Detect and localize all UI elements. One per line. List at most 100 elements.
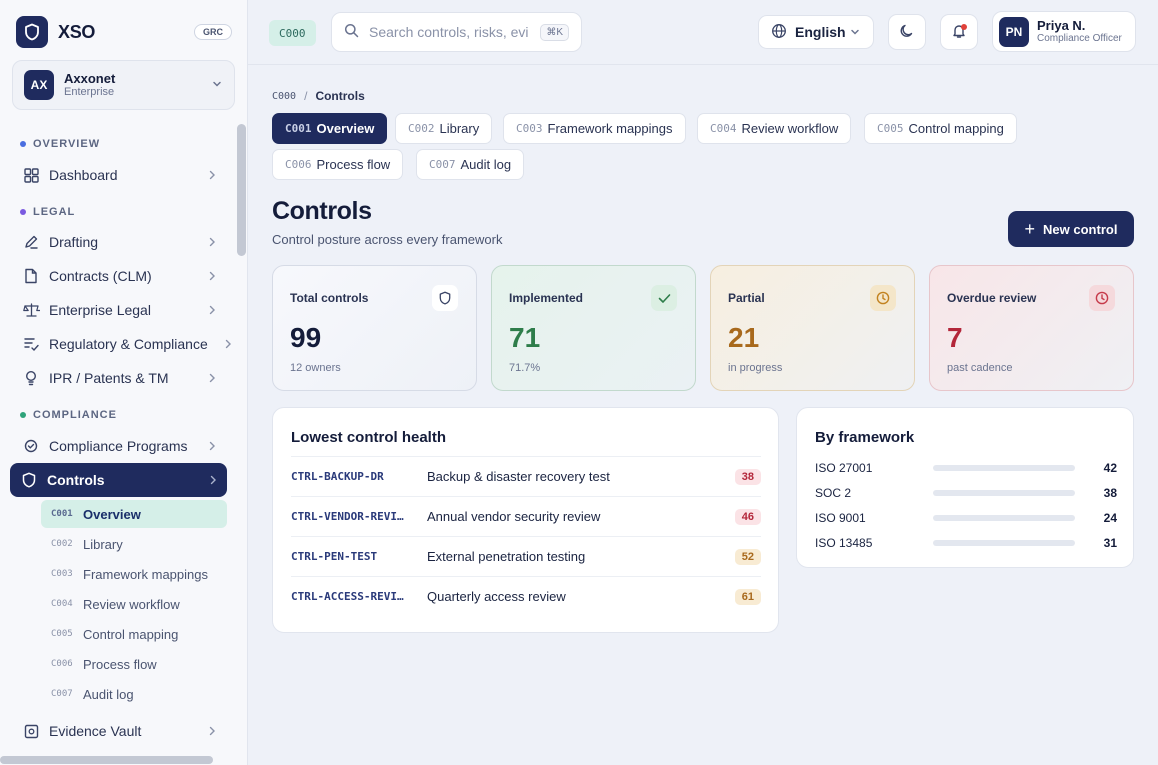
tab-label: Review workflow — [741, 121, 839, 136]
subnav-code: C005 — [51, 629, 73, 639]
tab-overview[interactable]: C001 Overview — [272, 113, 388, 144]
sidebar-item-enterprise-legal[interactable]: Enterprise Legal — [12, 293, 226, 327]
subnav-process-flow[interactable]: C006 Process flow — [41, 650, 227, 678]
language-select[interactable]: English — [758, 15, 874, 49]
chevron-down-icon — [849, 26, 861, 38]
subnav-label: Process flow — [83, 656, 157, 672]
tab-code: C002 — [408, 122, 435, 135]
control-name: Quarterly access review — [427, 589, 566, 604]
sidebar-item-controls[interactable]: Controls — [10, 463, 227, 497]
framework-bar — [933, 465, 1075, 471]
chevron-right-icon — [224, 339, 232, 349]
tab-label: Audit log — [460, 157, 512, 172]
card-title: By framework — [815, 429, 915, 446]
framework-row[interactable]: ISO 13485 31 — [815, 533, 1117, 553]
table-row[interactable]: CTRL-ACCESS-REVI… Quarterly access revie… — [291, 576, 761, 616]
sidebar-scrollbar-vertical[interactable] — [237, 124, 246, 256]
framework-row[interactable]: ISO 9001 24 — [815, 508, 1117, 528]
stat-sub: past cadence — [947, 362, 1013, 374]
subnav-overview[interactable]: C001 Overview — [41, 500, 227, 528]
subnav-label: Control mapping — [83, 626, 179, 642]
stat-card-total[interactable]: Total controls 99 12 owners — [272, 265, 477, 391]
sidebar-item-regulatory[interactable]: Regulatory & Compliance — [12, 327, 231, 361]
search-shortcut: ⌘K — [540, 23, 569, 41]
health-score-badge: 38 — [734, 468, 761, 485]
theme-toggle-button[interactable] — [888, 14, 926, 50]
tab-framework-mappings[interactable]: C003 Framework mappings — [503, 113, 686, 144]
check-icon — [651, 285, 677, 311]
breadcrumb: C000 / Controls — [272, 89, 365, 103]
tab-label: Process flow — [316, 157, 391, 172]
subnav-code: C002 — [51, 539, 73, 549]
section-dot — [20, 141, 26, 147]
stat-value: 21 — [728, 322, 760, 353]
framework-count: 24 — [1103, 511, 1117, 525]
sidebar-item-label: Contracts (CLM) — [49, 268, 152, 284]
new-control-button[interactable]: + New control — [1008, 211, 1134, 247]
stat-card-implemented[interactable]: Implemented 71 71.7% — [491, 265, 696, 391]
chevron-right-icon — [208, 170, 216, 180]
sidebar-item-evidence-vault[interactable]: Evidence Vault — [12, 714, 226, 748]
tab-process-flow[interactable]: C006 Process flow — [272, 149, 404, 180]
chevron-right-icon — [208, 373, 216, 383]
brand-name: XSO — [58, 21, 96, 42]
subnav-library[interactable]: C002 Library — [41, 530, 227, 558]
subnav-label: Review workflow — [83, 596, 180, 612]
sidebar-item-label: IPR / Patents & TM — [49, 370, 169, 386]
user-menu[interactable]: PN Priya N. Compliance Officer — [992, 11, 1136, 52]
section-dot — [20, 412, 26, 418]
subnav-code: C006 — [51, 659, 73, 669]
by-framework-card: By framework ISO 27001 42 SOC 2 38 ISO 9… — [796, 407, 1134, 568]
sidebar-item-ipr[interactable]: IPR / Patents & TM — [12, 361, 226, 395]
subnav-label: Audit log — [83, 686, 134, 702]
health-score-badge: 46 — [734, 508, 761, 525]
search-icon — [344, 23, 359, 41]
sidebar-item-label: Evidence Vault — [49, 723, 142, 739]
breadcrumb-root[interactable]: C000 — [272, 91, 296, 102]
subnav-control-mapping[interactable]: C005 Control mapping — [41, 620, 227, 648]
sidebar-item-contracts[interactable]: Contracts (CLM) — [12, 259, 226, 293]
table-row[interactable]: CTRL-VENDOR-REVI… Annual vendor security… — [291, 496, 761, 536]
framework-row[interactable]: ISO 27001 42 — [815, 458, 1117, 478]
sidebar-item-dashboard[interactable]: Dashboard — [12, 158, 226, 192]
org-switcher[interactable]: AX Axxonet Enterprise — [12, 60, 235, 110]
table-row[interactable]: CTRL-BACKUP-DR Backup & disaster recover… — [291, 456, 761, 496]
sidebar-item-label: Enterprise Legal — [49, 302, 151, 318]
chevron-right-icon — [208, 271, 216, 281]
subnav-code: C004 — [51, 599, 73, 609]
tab-label: Control mapping — [908, 121, 1004, 136]
table-row[interactable]: CTRL-PEN-TEST External penetration testi… — [291, 536, 761, 576]
stat-card-partial[interactable]: Partial 21 in progress — [710, 265, 915, 391]
control-id: CTRL-BACKUP-DR — [291, 470, 384, 483]
breadcrumb-separator: / — [304, 89, 308, 103]
subnav-audit-log[interactable]: C007 Audit log — [41, 680, 227, 708]
tab-label: Overview — [316, 121, 375, 136]
sidebar-item-compliance-programs[interactable]: Compliance Programs — [12, 429, 226, 463]
sidebar-item-drafting[interactable]: Drafting — [12, 225, 226, 259]
stat-label: Partial — [728, 291, 765, 305]
section-dot — [20, 209, 26, 215]
language-label: English — [795, 24, 846, 40]
control-name: Backup & disaster recovery test — [427, 469, 610, 484]
notification-dot — [961, 24, 967, 30]
subnav-framework-mappings[interactable]: C003 Framework mappings — [41, 560, 227, 588]
tab-label: Framework mappings — [547, 121, 673, 136]
notifications-button[interactable] — [940, 14, 978, 50]
framework-name: SOC 2 — [815, 486, 852, 500]
stat-card-overdue[interactable]: Overdue review 7 past cadence — [929, 265, 1134, 391]
avatar: PN — [999, 16, 1029, 47]
globe-icon — [771, 23, 787, 42]
stat-label: Total controls — [290, 291, 369, 305]
subnav-label: Framework mappings — [83, 566, 208, 582]
framework-row[interactable]: SOC 2 38 — [815, 483, 1117, 503]
stat-sub: 12 owners — [290, 362, 341, 374]
search-input[interactable]: Search controls, risks, evi ⌘K — [331, 12, 582, 52]
tab-library[interactable]: C002 Library — [395, 113, 493, 144]
tab-control-mapping[interactable]: C005 Control mapping — [864, 113, 1017, 144]
stat-sub: in progress — [728, 362, 783, 374]
tab-review-workflow[interactable]: C004 Review workflow — [697, 113, 852, 144]
sidebar-scrollbar-horizontal[interactable] — [0, 756, 213, 764]
tab-audit-log[interactable]: C007 Audit log — [416, 149, 525, 180]
control-name: External penetration testing — [427, 549, 586, 564]
subnav-review-workflow[interactable]: C004 Review workflow — [41, 590, 227, 618]
